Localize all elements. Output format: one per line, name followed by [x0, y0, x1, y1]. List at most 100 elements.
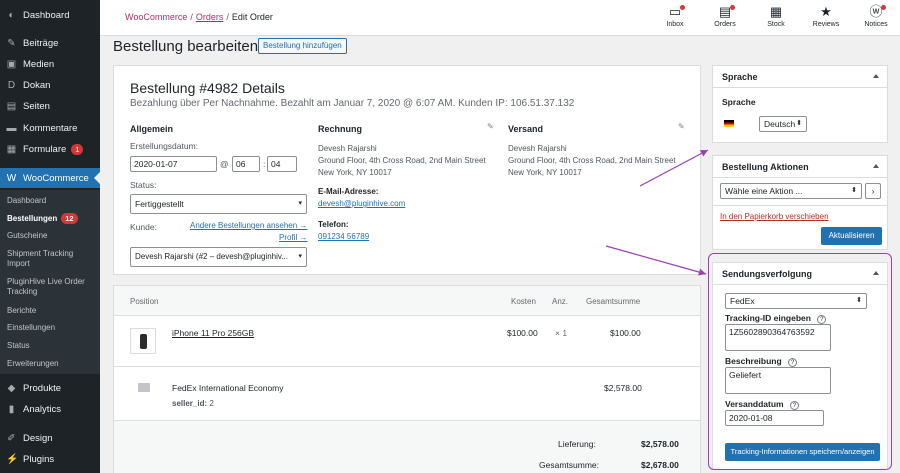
order-payment-info: Bezahlung über Per Nachnahme. Bezahlt am…	[130, 98, 575, 109]
status-label: Status:	[130, 180, 157, 190]
language-box: Sprache Sprache Deutsch ⬍	[712, 65, 888, 143]
add-order-button[interactable]: Bestellung hinzufügen	[258, 38, 347, 54]
german-flag-icon	[724, 120, 734, 127]
order-minute-input[interactable]: 04	[267, 156, 297, 172]
truck-icon	[138, 383, 150, 392]
submenu-status[interactable]: Status	[7, 341, 97, 351]
menu-label: Produkte	[23, 382, 62, 394]
menu-plugins[interactable]: ⚡ Plugins	[0, 449, 100, 469]
other-orders-link[interactable]: Andere Bestellungen ansehen →	[190, 220, 307, 232]
toolbar-stock[interactable]: ▦ Stock	[756, 5, 796, 29]
breadcrumb-separator: /	[190, 12, 193, 22]
submenu-coupons[interactable]: Gutscheine	[7, 231, 97, 241]
header-total: Gesamtsumme	[586, 297, 641, 306]
select-value: Devesh Rajarshi (#2 – devesh@pluginhiv..…	[135, 252, 288, 261]
move-to-trash-link[interactable]: In den Papierkorb verschieben	[720, 211, 829, 223]
submenu-shipment-tracking-import[interactable]: Shipment Tracking Import	[7, 249, 97, 269]
toolbar-inbox[interactable]: ▭ Inbox	[655, 5, 695, 28]
menu-dokan[interactable]: D Dokan	[0, 75, 100, 95]
notification-dot	[730, 5, 735, 10]
notification-dot	[680, 5, 685, 10]
menu-woocommerce[interactable]: W WooCommerce	[0, 168, 100, 188]
shipping-address-line1: Ground Floor, 4th Cross Road, 2nd Main S…	[508, 156, 676, 165]
apply-action-button[interactable]: ›	[865, 183, 881, 199]
breadcrumb-woocommerce[interactable]: WooCommerce	[125, 12, 187, 22]
order-actions-title[interactable]: Bestellung Aktionen	[713, 156, 887, 178]
page-title: Bestellung bearbeiten	[113, 38, 259, 55]
meta-value: 2	[209, 399, 214, 408]
orders-icon: ▤	[705, 5, 745, 21]
woocommerce-submenu: Dashboard Bestellungen 12 Gutscheine Ship…	[0, 190, 100, 374]
forms-icon: ▦	[6, 143, 17, 155]
submenu-reports[interactable]: Berichte	[7, 306, 97, 316]
product-qty: × 1	[555, 328, 568, 338]
comments-icon: ▬	[6, 122, 17, 134]
edit-shipping-pencil-icon[interactable]: ✎	[678, 122, 685, 131]
menu-label: Formulare	[23, 143, 67, 155]
collapse-arrow-icon[interactable]	[873, 74, 879, 78]
menu-dashboard[interactable]: ◐ Dashboard	[0, 5, 100, 25]
order-status-select[interactable]: Fertiggestellt ▾	[130, 194, 307, 214]
order-heading: Bestellung #4982 Details	[130, 80, 285, 96]
menu-posts[interactable]: ✎ Beiträge	[0, 33, 100, 53]
toolbar-orders[interactable]: ▤ Orders	[705, 5, 745, 29]
billing-phone-link[interactable]: 091234 56789	[318, 231, 369, 243]
shipping-name: Devesh Rajarshi	[508, 144, 567, 153]
admin-sidebar: ◐ Dashboard ✎ Beiträge ▣ Medien D Dokan ▤ Sei…	[0, 0, 100, 473]
submenu-settings[interactable]: Einstellungen	[7, 323, 97, 333]
order-action-select[interactable]: Wähle eine Aktion ... ⬍	[720, 183, 862, 199]
product-thumbnail[interactable]	[130, 328, 156, 354]
reviews-icon: ★	[820, 4, 832, 19]
menu-media[interactable]: ▣ Medien	[0, 54, 100, 74]
breadcrumb-separator: /	[226, 12, 229, 22]
language-select[interactable]: Deutsch ⬍	[759, 116, 807, 132]
toolbar-label: Reviews	[812, 21, 840, 28]
header-cost: Kosten	[511, 297, 536, 306]
order-date-input[interactable]: 2020-01-07	[130, 156, 217, 172]
customer-profile-link[interactable]: Profil →	[279, 232, 307, 244]
submenu-dashboard[interactable]: Dashboard	[7, 196, 97, 206]
product-name-link[interactable]: iPhone 11 Pro 256GB	[172, 328, 254, 338]
menu-label: Dashboard	[23, 9, 70, 21]
menu-products[interactable]: ◆ Produkte	[0, 378, 100, 398]
submenu-extensions[interactable]: Erweiterungen	[7, 359, 97, 369]
toolbar-label: Orders	[714, 21, 736, 28]
collapse-arrow-icon[interactable]	[873, 164, 879, 168]
shipping-total-label: Lieferung:	[558, 439, 596, 449]
pin-icon: ✎	[7, 37, 16, 49]
header-position: Position	[130, 297, 159, 306]
menu-pages[interactable]: ▤ Seiten	[0, 96, 100, 116]
menu-label: Seiten	[23, 100, 50, 112]
select-value: Wähle eine Aktion ...	[725, 186, 803, 196]
grand-total-value: $2,678.00	[641, 460, 679, 470]
items-table-header: Position Kosten Anz. Gesamtsumme	[114, 286, 700, 316]
menu-forms[interactable]: ▦ Formulare 1	[0, 139, 100, 159]
billing-email-link[interactable]: devesh@pluginhive.com	[318, 198, 405, 210]
submenu-live-order-tracking[interactable]: PluginHive Live Order Tracking	[7, 277, 97, 297]
chevron-updown-icon: ⬍	[796, 120, 802, 127]
shipping-total-value: $2,578.00	[641, 439, 679, 449]
order-hour-input[interactable]: 06	[232, 156, 260, 172]
row-divider	[114, 366, 700, 367]
dokan-icon: D	[7, 79, 16, 91]
breadcrumb-orders[interactable]: Orders	[196, 12, 224, 22]
shipping-address-line2: New York, NY 10017	[508, 168, 582, 177]
shipping-method-name: FedEx International Economy	[172, 383, 284, 393]
edit-billing-pencil-icon[interactable]: ✎	[487, 122, 494, 131]
language-box-title[interactable]: Sprache	[713, 66, 887, 88]
select-value: Deutsch	[764, 119, 796, 129]
submenu-orders[interactable]: Bestellungen 12	[7, 213, 97, 224]
chevron-down-icon: ▾	[298, 253, 302, 260]
menu-comments[interactable]: ▬ Kommentare	[0, 118, 100, 138]
menu-analytics[interactable]: ▮ Analytics	[0, 399, 100, 419]
customer-select[interactable]: Devesh Rajarshi (#2 – devesh@pluginhiv..…	[130, 247, 307, 267]
submenu-label: Bestellungen	[7, 214, 58, 223]
update-order-button[interactable]: Aktualisieren	[821, 227, 882, 245]
woocommerce-header: WooCommerce / Orders / Edit Order ▭ Inbox ▤ Or…	[100, 0, 900, 36]
toolbar-notices[interactable]: ⓦ Notices	[856, 5, 896, 29]
toolbar-reviews[interactable]: ★ Reviews	[806, 4, 846, 29]
chevron-updown-icon: ⬍	[851, 187, 857, 194]
toolbar-label: Notices	[864, 21, 888, 28]
menu-design[interactable]: ✐ Design	[0, 428, 100, 448]
order-totals: Lieferung: $2,578.00 Gesamtsumme: $2,678…	[114, 420, 700, 473]
